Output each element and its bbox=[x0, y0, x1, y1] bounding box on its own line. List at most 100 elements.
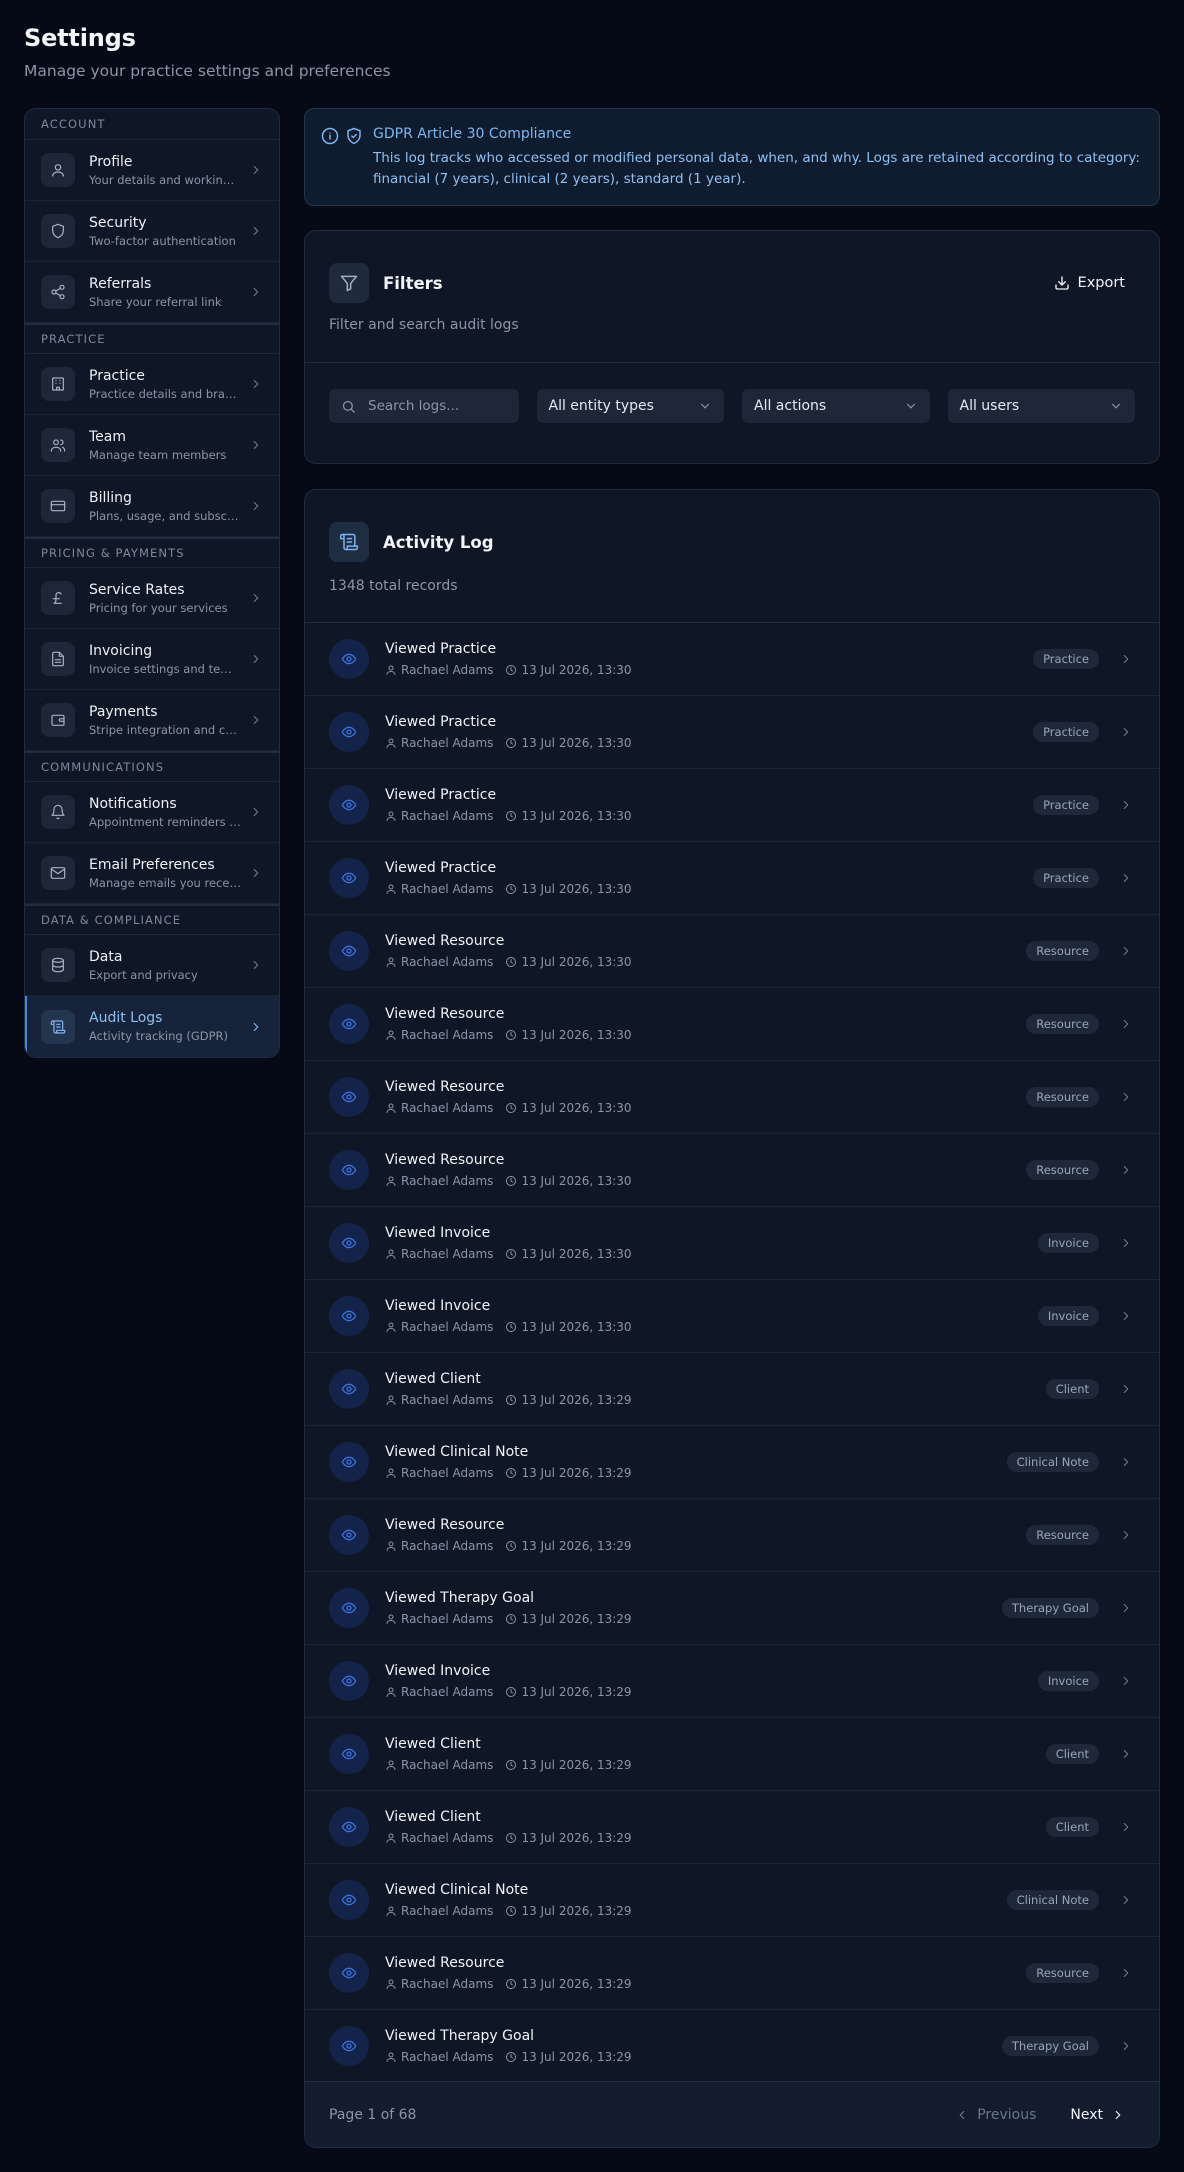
log-action: Viewed Invoice bbox=[385, 1298, 491, 1314]
next-button[interactable]: Next bbox=[1060, 2101, 1135, 2129]
previous-button[interactable]: Previous bbox=[945, 2101, 1046, 2129]
clock-icon bbox=[505, 956, 517, 968]
entity-badge: Invoice bbox=[1037, 1671, 1099, 1691]
log-row[interactable]: Viewed Practice Rachael Adams 13 Jul 2026,… bbox=[305, 623, 1159, 696]
user-icon bbox=[385, 664, 397, 676]
log-row[interactable]: Viewed Resource Rachael Adams 13 Jul 2026,… bbox=[305, 1134, 1159, 1207]
sidebar-item-data[interactable]: Data Export and privacy bbox=[25, 935, 279, 996]
search-icon bbox=[341, 399, 356, 414]
sidebar-item-team[interactable]: Team Manage team members bbox=[25, 415, 279, 476]
sidebar-item-label: Invoicing bbox=[89, 642, 153, 659]
eye-icon bbox=[329, 1077, 369, 1117]
log-action: Viewed Clinical Note bbox=[385, 1444, 529, 1460]
log-user: Rachael Adams bbox=[401, 1539, 494, 1553]
sidebar-item-invoicing[interactable]: Invoicing Invoice settings and templates bbox=[25, 629, 279, 690]
log-timestamp: 13 Jul 2026, 13:30 bbox=[521, 882, 632, 896]
sidebar-item-label: Referrals bbox=[89, 275, 152, 292]
log-row[interactable]: Viewed Client Rachael Adams 13 Jul 2026, 1… bbox=[305, 1791, 1159, 1864]
entity-type-select[interactable]: All entity types bbox=[536, 389, 724, 423]
filters-subtitle: Filter and search audit logs bbox=[329, 317, 519, 333]
entity-badge: Resource bbox=[1026, 1160, 1099, 1180]
log-row[interactable]: Viewed Practice Rachael Adams 13 Jul 2026,… bbox=[305, 769, 1159, 842]
page-info: Page 1 of 68 bbox=[329, 2106, 417, 2123]
eye-icon bbox=[329, 931, 369, 971]
log-row[interactable]: Viewed Resource Rachael Adams 13 Jul 2026,… bbox=[305, 1499, 1159, 1572]
export-button[interactable]: Export bbox=[1044, 269, 1135, 297]
sidebar-section-header: PRICING & PAYMENTS bbox=[25, 537, 279, 568]
log-timestamp: 13 Jul 2026, 13:30 bbox=[521, 1101, 632, 1115]
notice-text: This log tracks who accessed or modified… bbox=[373, 150, 1140, 187]
log-user: Rachael Adams bbox=[401, 955, 494, 969]
user-select[interactable]: All users bbox=[947, 389, 1135, 423]
sidebar-item-referrals[interactable]: Referrals Share your referral link bbox=[25, 262, 279, 323]
sidebar-item-payments[interactable]: Payments Stripe integration and card paym… bbox=[25, 690, 279, 751]
sidebar-item-practice[interactable]: Practice Practice details and branding bbox=[25, 354, 279, 415]
log-row[interactable]: Viewed Invoice Rachael Adams 13 Jul 2026, … bbox=[305, 1280, 1159, 1353]
log-user: Rachael Adams bbox=[401, 663, 494, 677]
log-row[interactable]: Viewed Resource Rachael Adams 13 Jul 2026,… bbox=[305, 988, 1159, 1061]
log-row[interactable]: Viewed Therapy Goal Rachael Adams 13 Jul 2… bbox=[305, 2010, 1159, 2083]
log-row[interactable]: Viewed Invoice Rachael Adams 13 Jul 2026, … bbox=[305, 1645, 1159, 1718]
log-row[interactable]: Viewed Practice Rachael Adams 13 Jul 2026,… bbox=[305, 842, 1159, 915]
eye-icon bbox=[329, 1953, 369, 1993]
search-box[interactable] bbox=[329, 389, 519, 423]
user-icon bbox=[385, 737, 397, 749]
clock-icon bbox=[505, 1759, 517, 1771]
sidebar-item-description: Plans, usage, and subscriptions bbox=[89, 508, 241, 523]
total-records: 1348 total records bbox=[329, 578, 458, 594]
user-icon bbox=[385, 1978, 397, 1990]
gdpr-notice: GDPR Article 30 Compliance This log trac… bbox=[304, 108, 1160, 206]
user-icon bbox=[385, 1832, 397, 1844]
action-value: All actions bbox=[754, 398, 827, 414]
notice-title: GDPR Article 30 Compliance bbox=[373, 126, 572, 142]
user-icon bbox=[385, 883, 397, 895]
clock-icon bbox=[505, 1394, 517, 1406]
database-icon bbox=[41, 948, 75, 982]
sidebar-item-notifications[interactable]: Notifications Appointment reminders and a… bbox=[25, 782, 279, 843]
chevron-right-icon bbox=[1119, 1455, 1133, 1469]
sidebar-item-billing[interactable]: Billing Plans, usage, and subscriptions bbox=[25, 476, 279, 537]
eye-icon bbox=[329, 1296, 369, 1336]
user-icon bbox=[385, 1467, 397, 1479]
user-icon bbox=[385, 1394, 397, 1406]
sidebar-item-service-rates[interactable]: Service Rates Pricing for your services bbox=[25, 568, 279, 629]
log-row[interactable]: Viewed Client Rachael Adams 13 Jul 2026, 1… bbox=[305, 1353, 1159, 1426]
log-row[interactable]: Viewed Client Rachael Adams 13 Jul 2026, 1… bbox=[305, 1718, 1159, 1791]
entity-badge: Resource bbox=[1026, 1525, 1099, 1545]
chevron-right-icon bbox=[1119, 1601, 1133, 1615]
clock-icon bbox=[505, 883, 517, 895]
page-header: Settings Manage your practice settings a… bbox=[24, 24, 391, 80]
sidebar-item-security[interactable]: Security Two-factor authentication bbox=[25, 201, 279, 262]
log-timestamp: 13 Jul 2026, 13:30 bbox=[521, 1320, 632, 1334]
scroll-icon bbox=[329, 522, 369, 562]
log-row[interactable]: Viewed Resource Rachael Adams 13 Jul 2026,… bbox=[305, 1937, 1159, 2010]
log-row[interactable]: Viewed Therapy Goal Rachael Adams 13 Jul 2… bbox=[305, 1572, 1159, 1645]
eye-icon bbox=[329, 1442, 369, 1482]
entity-badge: Invoice bbox=[1037, 1233, 1099, 1253]
sidebar-item-profile[interactable]: Profile Your details and working hours bbox=[25, 140, 279, 201]
sidebar-item-email-preferences[interactable]: Email Preferences Manage emails you recei… bbox=[25, 843, 279, 904]
log-row[interactable]: Viewed Resource Rachael Adams 13 Jul 2026,… bbox=[305, 915, 1159, 988]
log-timestamp: 13 Jul 2026, 13:30 bbox=[521, 1174, 632, 1188]
log-row[interactable]: Viewed Resource Rachael Adams 13 Jul 2026,… bbox=[305, 1061, 1159, 1134]
log-action: Viewed Therapy Goal bbox=[385, 2028, 535, 2044]
search-input[interactable] bbox=[368, 398, 498, 414]
eye-icon bbox=[329, 1369, 369, 1409]
action-select[interactable]: All actions bbox=[742, 389, 930, 423]
building-icon bbox=[41, 367, 75, 401]
log-timestamp: 13 Jul 2026, 13:29 bbox=[521, 1758, 632, 1772]
user-icon bbox=[385, 1759, 397, 1771]
sidebar-item-label: Profile bbox=[89, 153, 133, 170]
sidebar-item-audit-logs[interactable]: Audit Logs Activity tracking (GDPR) bbox=[25, 996, 279, 1057]
log-row[interactable]: Viewed Clinical Note Rachael Adams 13 Jul … bbox=[305, 1864, 1159, 1937]
log-row[interactable]: Viewed Clinical Note Rachael Adams 13 Jul … bbox=[305, 1426, 1159, 1499]
clock-icon bbox=[505, 1686, 517, 1698]
log-list: Viewed Practice Rachael Adams 13 Jul 2026,… bbox=[305, 623, 1159, 2083]
log-timestamp: 13 Jul 2026, 13:30 bbox=[521, 1247, 632, 1261]
user-value: All users bbox=[959, 398, 1020, 414]
log-row[interactable]: Viewed Invoice Rachael Adams 13 Jul 2026, … bbox=[305, 1207, 1159, 1280]
log-user: Rachael Adams bbox=[401, 1977, 494, 1991]
chevron-right-icon bbox=[249, 377, 263, 391]
chevron-down-icon bbox=[904, 399, 918, 413]
log-row[interactable]: Viewed Practice Rachael Adams 13 Jul 2026,… bbox=[305, 696, 1159, 769]
